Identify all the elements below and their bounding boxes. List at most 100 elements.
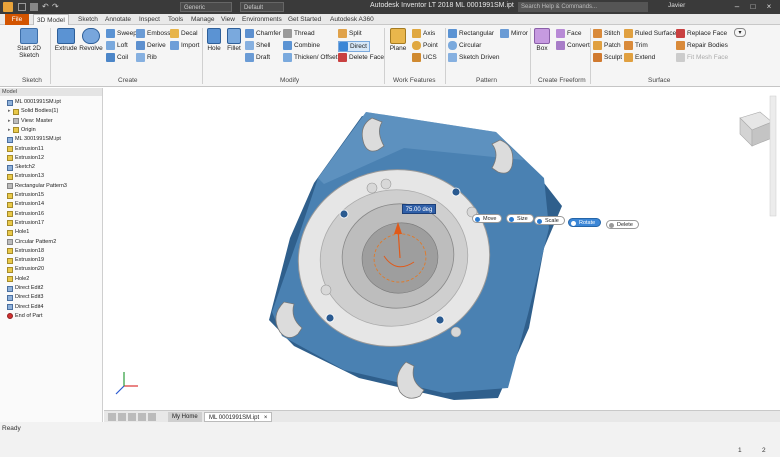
browser-item[interactable]: ▸ View: Master — [8, 117, 53, 126]
tab-manage[interactable]: Manage — [188, 14, 218, 25]
tab-3d-model[interactable]: 3D Model — [33, 14, 69, 25]
close-icon[interactable]: × — [762, 1, 776, 13]
sketch-driven-button[interactable]: Sketch Driven — [448, 53, 499, 62]
tab-document[interactable]: ML 0001991SM.ipt × — [204, 412, 273, 422]
navigation-bar[interactable] — [769, 95, 777, 217]
browser-item[interactable]: Extrusion18 — [2, 247, 44, 256]
browser-item[interactable]: Extrusion16 — [2, 210, 44, 219]
hole-button[interactable]: Hole — [205, 28, 223, 52]
browser-item[interactable]: Extrusion12 — [2, 154, 44, 163]
point-button[interactable]: Point — [412, 41, 438, 50]
browser-item[interactable]: Direct Edit2 — [2, 284, 43, 293]
appearance-dropdown[interactable]: Default — [240, 2, 284, 12]
revolve-button[interactable]: Revolve — [78, 28, 104, 52]
close-tab-icon[interactable]: × — [264, 415, 268, 421]
extend-button[interactable]: Extend — [624, 53, 655, 62]
scale-button[interactable]: Scale — [534, 216, 565, 225]
minimize-icon[interactable]: – — [730, 1, 744, 13]
browser-item[interactable]: Extrusion19 — [2, 256, 44, 265]
maximize-icon[interactable]: □ — [746, 1, 760, 13]
browser-item[interactable]: Extrusion17 — [2, 219, 44, 228]
tab-nav-icon[interactable] — [138, 413, 146, 421]
stitch-button[interactable]: Stitch — [593, 29, 620, 38]
part-model[interactable] — [104, 88, 780, 410]
tab-nav-icon[interactable] — [148, 413, 156, 421]
browser-item[interactable]: Extrusion14 — [2, 200, 44, 209]
angle-value-input[interactable]: 75.00 deg — [402, 204, 436, 214]
browser-item[interactable]: Hole2 — [2, 275, 29, 284]
browser-item[interactable]: ML 0001991SM.ipt — [2, 98, 61, 107]
face-button[interactable]: Face — [556, 29, 581, 38]
app-logo[interactable] — [3, 2, 13, 12]
start-sketch-button[interactable]: Start 2D Sketch — [12, 28, 46, 59]
chamfer-button[interactable]: Chamfer — [245, 29, 281, 38]
browser-item[interactable]: ▸ Origin — [8, 126, 36, 135]
extrude-button[interactable]: Extrude — [54, 28, 78, 52]
browser-item[interactable]: Direct Edit4 — [2, 303, 43, 312]
direct-button[interactable]: Direct — [338, 41, 370, 52]
redo-icon[interactable]: ↷ — [52, 2, 59, 11]
quick-access-icon[interactable] — [18, 3, 26, 11]
axis-button[interactable]: Axis — [412, 29, 435, 38]
coil-button[interactable]: Coil — [106, 53, 128, 62]
thicken-offset-button[interactable]: Thicken/ Offset — [283, 53, 338, 62]
replace-face-button[interactable]: Replace Face — [676, 29, 727, 38]
tab-nav-icon[interactable] — [118, 413, 126, 421]
delete-button[interactable]: Delete — [606, 220, 639, 229]
browser-item[interactable]: Rectangular Pattern3 — [2, 182, 67, 191]
browser-item[interactable]: Extrusion13 — [2, 172, 44, 181]
rotate-button[interactable]: Rotate — [568, 218, 602, 227]
delete-face-button[interactable]: Delete Face — [338, 53, 384, 62]
tab-tools[interactable]: Tools — [165, 14, 186, 25]
tab-annotate[interactable]: Annotate — [102, 14, 134, 25]
thread-button[interactable]: Thread — [283, 29, 315, 38]
mirror-button[interactable]: Mirror — [500, 29, 528, 38]
box-button[interactable]: Box — [532, 28, 552, 52]
browser-item[interactable]: Extrusion20 — [2, 265, 44, 274]
tab-environments[interactable]: Environments — [239, 14, 285, 25]
tab-inspect[interactable]: Inspect — [136, 14, 163, 25]
size-button[interactable]: Size — [506, 214, 534, 223]
ruled-surface-button[interactable]: Ruled Surface — [624, 29, 676, 38]
browser-item[interactable]: ML 3001991SM.ipt — [2, 135, 61, 144]
tab-nav-icon[interactable] — [128, 413, 136, 421]
shell-button[interactable]: Shell — [245, 41, 270, 50]
tab-nav-icon[interactable] — [108, 413, 116, 421]
trim-button[interactable]: Trim — [624, 41, 648, 50]
browser-item[interactable]: Hole1 — [2, 228, 29, 237]
convert-button[interactable]: Convert — [556, 41, 590, 50]
plane-button[interactable]: Plane — [387, 28, 409, 52]
graphics-viewport[interactable]: 75.00 deg Move Size Scale Rotate Delete — [104, 88, 780, 410]
rib-button[interactable]: Rib — [136, 53, 157, 62]
ucs-button[interactable]: UCS — [412, 53, 437, 62]
tab-file[interactable]: File — [5, 14, 29, 25]
browser-item[interactable]: Extrusion11 — [2, 145, 44, 154]
fit-mesh-face-button[interactable]: Fit Mesh Face — [676, 53, 728, 62]
combine-button[interactable]: Combine — [283, 41, 320, 50]
browser-item[interactable]: Sketch2 — [2, 163, 35, 172]
sculpt-button[interactable]: Sculpt — [593, 53, 622, 62]
browser-item[interactable]: Circular Pattern2 — [2, 238, 56, 247]
circular-button[interactable]: Circular — [448, 41, 481, 50]
tab-my-home[interactable]: My Home — [168, 412, 202, 422]
rectangular-button[interactable]: Rectangular — [448, 29, 494, 38]
repair-bodies-button[interactable]: Repair Bodies — [676, 41, 728, 50]
patch-button[interactable]: Patch — [593, 41, 621, 50]
emboss-button[interactable]: Emboss — [136, 29, 170, 38]
tab-icons[interactable] — [108, 413, 164, 421]
fillet-button[interactable]: Fillet — [224, 28, 244, 52]
undo-icon[interactable]: ↶ — [42, 2, 49, 11]
move-button[interactable]: Move — [472, 214, 503, 223]
user-name[interactable]: Javier — [668, 2, 685, 9]
ribbon-options-icon[interactable]: ▾ — [734, 28, 746, 37]
material-dropdown[interactable]: Generic — [180, 2, 232, 12]
draft-button[interactable]: Draft — [245, 53, 270, 62]
tab-sketch[interactable]: Sketch — [75, 14, 101, 25]
browser-item[interactable]: ▸ Solid Bodies(1) — [8, 107, 58, 116]
import-button[interactable]: Import — [170, 41, 199, 50]
loft-button[interactable]: Loft — [106, 41, 128, 50]
tab-view[interactable]: View — [218, 14, 238, 25]
save-icon[interactable] — [30, 3, 38, 11]
browser-item[interactable]: End of Part — [2, 312, 43, 321]
tab-get-started[interactable]: Get Started — [285, 14, 324, 25]
